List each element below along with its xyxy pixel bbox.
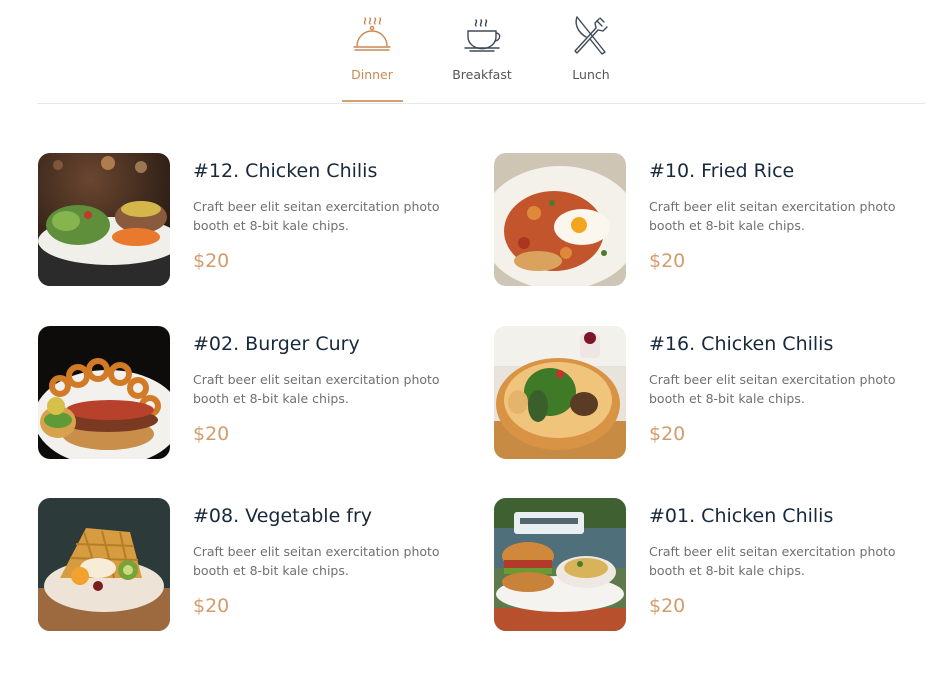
menu-item-price: $20: [649, 423, 686, 445]
menu-item-description: Craft beer elit seitan exercitation phot…: [649, 544, 896, 578]
menu-item-description: Craft beer elit seitan exercitation phot…: [649, 372, 896, 406]
menu-item-title: #01. Chicken Chilis: [649, 505, 834, 527]
menu-item-description: Craft beer elit seitan exercitation phot…: [649, 199, 896, 233]
menu-item[interactable]: #12. Chicken Chilis Craft beer elit seit…: [38, 153, 468, 287]
menu-item-title: #16. Chicken Chilis: [649, 333, 834, 355]
eggs-on-toast-image: [494, 153, 626, 286]
waffle-fruit-image: [38, 498, 170, 631]
menu-item[interactable]: #16. Chicken Chilis Craft beer elit seit…: [494, 326, 924, 460]
tab-lunch[interactable]: Lunch: [531, 0, 651, 104]
menu-item-description: Craft beer elit seitan exercitation phot…: [193, 199, 440, 233]
menu-item-title: #02. Burger Cury: [193, 333, 360, 355]
tab-breakfast[interactable]: Breakfast: [422, 0, 542, 104]
menu-item-title: #10. Fried Rice: [649, 160, 795, 182]
menu-item[interactable]: #02. Burger Cury Craft beer elit seitan …: [38, 326, 468, 460]
active-tab-indicator: [342, 100, 403, 102]
menu-item-title: #12. Chicken Chilis: [193, 160, 378, 182]
menu-item-price: $20: [193, 595, 230, 617]
fork-knife-icon: [574, 16, 608, 55]
menu-item-price: $20: [649, 250, 686, 272]
burger-boat-image: [494, 498, 626, 631]
salad-bowl-image: [494, 326, 626, 459]
tab-lunch-label: Lunch: [572, 67, 610, 82]
menu-item-price: $20: [193, 423, 230, 445]
tabs-divider: [37, 103, 925, 104]
menu-item-price: $20: [193, 250, 230, 272]
menu-item-description: Craft beer elit seitan exercitation phot…: [193, 372, 440, 406]
tab-breakfast-label: Breakfast: [452, 67, 512, 82]
menu-item[interactable]: #08. Vegetable fry Craft beer elit seita…: [38, 498, 468, 632]
menu-item-description: Craft beer elit seitan exercitation phot…: [193, 544, 440, 578]
coffee-cup-icon: [464, 19, 501, 52]
cloche-icon: [353, 17, 391, 51]
steak-salad-plate-image: [38, 153, 170, 286]
tab-dinner-label: Dinner: [351, 67, 393, 82]
tab-dinner[interactable]: Dinner: [312, 0, 432, 104]
menu-item-price: $20: [649, 595, 686, 617]
burger-onion-rings-image: [38, 326, 170, 459]
menu-item[interactable]: #01. Chicken Chilis Craft beer elit seit…: [494, 498, 924, 632]
menu-item-title: #08. Vegetable fry: [193, 505, 373, 527]
menu-tabs: Dinner Breakfast Lunch: [0, 0, 947, 105]
menu-item[interactable]: #10. Fried Rice Craft beer elit seitan e…: [494, 153, 924, 287]
